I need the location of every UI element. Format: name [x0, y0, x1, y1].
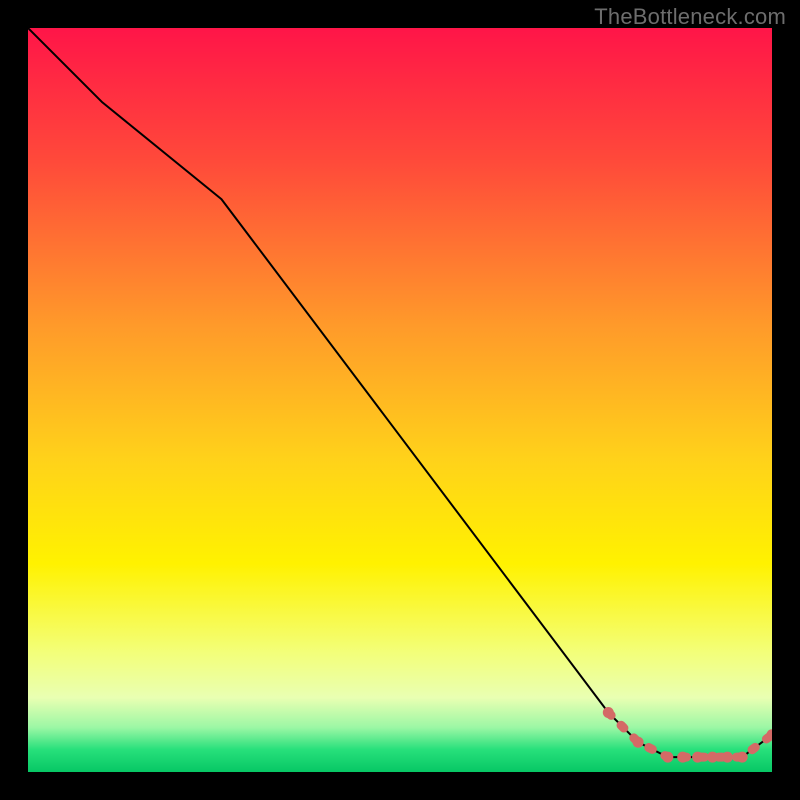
gradient-background — [28, 28, 772, 772]
data-point — [633, 737, 644, 748]
data-point — [677, 752, 688, 763]
chart-svg — [28, 28, 772, 772]
plot-area — [28, 28, 772, 772]
data-point — [737, 752, 748, 763]
watermark-text: TheBottleneck.com — [594, 4, 786, 30]
data-point — [692, 752, 703, 763]
data-point — [603, 707, 614, 718]
data-point — [722, 752, 733, 763]
chart-frame: TheBottleneck.com — [0, 0, 800, 800]
data-point — [707, 752, 718, 763]
data-point — [662, 752, 673, 763]
